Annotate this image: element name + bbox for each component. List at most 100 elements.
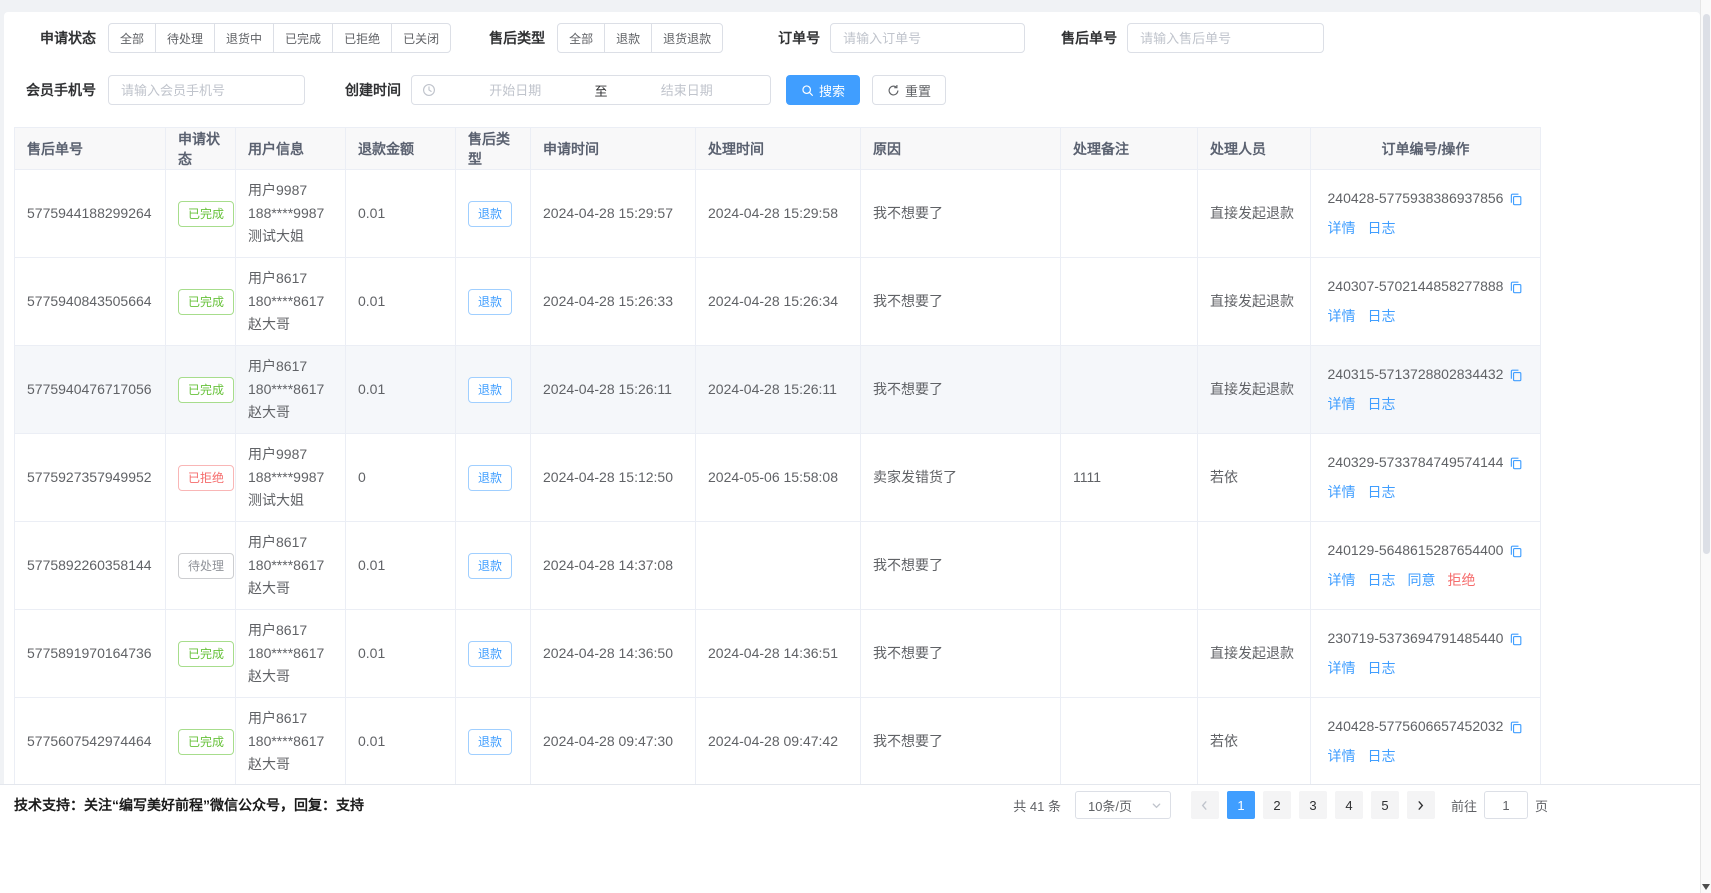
cell-remark [1061,346,1198,434]
action-approve-link[interactable]: 同意 [1408,572,1436,588]
type-badge: 退款 [468,465,512,491]
chevron-right-icon [1415,800,1426,811]
cell-status: 已完成 [166,610,236,698]
cell-status: 已拒绝 [166,434,236,522]
status-option-5[interactable]: 已关闭 [391,23,451,53]
start-date-input[interactable] [442,83,589,98]
cell-refund-amount: 0.01 [346,610,456,698]
status-option-3[interactable]: 已完成 [273,23,333,53]
action-log-link[interactable]: 日志 [1368,748,1396,764]
cell-remark [1061,698,1198,786]
order-no-input[interactable] [830,23,1025,53]
cell-remark [1061,522,1198,610]
action-log-link[interactable]: 日志 [1368,484,1396,500]
column-header-4: 售后类型 [456,128,531,170]
copy-icon[interactable] [1509,456,1523,470]
goto-page-input[interactable] [1484,791,1528,819]
cell-aftersale-no: 5775940476717056 [15,346,166,434]
status-badge: 已完成 [178,729,234,755]
action-log-link[interactable]: 日志 [1368,660,1396,676]
action-detail-link[interactable]: 详情 [1328,484,1356,500]
status-filter-label: 申请状态 [4,28,96,48]
search-icon [801,84,814,97]
action-detail-link[interactable]: 详情 [1328,660,1356,676]
copy-icon[interactable] [1509,192,1523,206]
action-log-link[interactable]: 日志 [1368,396,1396,412]
cell-reason: 卖家发错货了 [861,434,1061,522]
user-info: 用户9987188****9987测试大姐 [248,179,333,248]
cell-order: 230719-5373694791485440 详情日志 [1311,610,1541,698]
status-option-1[interactable]: 待处理 [155,23,215,53]
status-option-0[interactable]: 全部 [108,23,156,53]
action-log-link[interactable]: 日志 [1368,220,1396,236]
aftersale-no-input[interactable] [1127,23,1324,53]
copy-icon[interactable] [1509,632,1523,646]
copy-icon[interactable] [1509,544,1523,558]
action-log-link[interactable]: 日志 [1368,572,1396,588]
type-option-2[interactable]: 退货退款 [651,23,723,53]
cell-handler: 直接发起退款 [1198,610,1311,698]
action-detail-link[interactable]: 详情 [1328,748,1356,764]
copy-icon[interactable] [1509,280,1523,294]
filter-row-1: 申请状态 全部待处理退货中已完成已拒绝已关闭 售后类型 全部退款退货退款 订单号… [4,23,1700,53]
page-button-5[interactable]: 5 [1371,791,1399,819]
cell-order: 240315-5713728802834432 详情日志 [1311,346,1541,434]
create-time-range-picker[interactable]: 至 [411,75,771,105]
action-detail-link[interactable]: 详情 [1328,308,1356,324]
cell-refund-amount: 0.01 [346,698,456,786]
cell-remark [1061,170,1198,258]
chevron-left-icon [1199,800,1210,811]
cell-handle-time: 2024-05-06 15:58:08 [696,434,861,522]
status-option-4[interactable]: 已拒绝 [332,23,392,53]
action-detail-link[interactable]: 详情 [1328,572,1356,588]
date-range-separator: 至 [589,81,614,100]
column-header-5: 申请时间 [531,128,696,170]
scrollbar-down-arrow-icon[interactable] [1702,884,1710,890]
order-no-label: 订单号 [778,28,820,48]
cell-type: 退款 [456,346,531,434]
user-info: 用户8617180****8617赵大哥 [248,619,333,688]
cell-status: 已完成 [166,258,236,346]
scrollbar-thumb[interactable] [1703,14,1710,554]
column-header-9: 处理人员 [1198,128,1311,170]
copy-icon[interactable] [1509,368,1523,382]
member-phone-input[interactable] [108,75,305,105]
aftersale-no-label: 售后单号 [1061,28,1117,48]
page-button-2[interactable]: 2 [1263,791,1291,819]
goto-suffix: 页 [1535,796,1548,815]
cell-aftersale-no: 5775940843505664 [15,258,166,346]
action-detail-link[interactable]: 详情 [1328,220,1356,236]
status-option-2[interactable]: 退货中 [214,23,274,53]
type-option-1[interactable]: 退款 [604,23,652,53]
user-info: 用户8617180****8617赵大哥 [248,355,333,424]
page-button-1[interactable]: 1 [1227,791,1255,819]
reset-button[interactable]: 重置 [872,75,946,105]
next-page-button[interactable] [1407,791,1435,819]
clock-icon [422,83,436,97]
action-log-link[interactable]: 日志 [1368,308,1396,324]
search-button-label: 搜索 [819,81,845,100]
search-button[interactable]: 搜索 [786,75,860,105]
bottom-bar: 技术支持：关注“编写美好前程”微信公众号，回复：支持 共 41 条 10条/页 … [0,784,1700,893]
column-header-0: 售后单号 [15,128,166,170]
end-date-input[interactable] [614,83,761,98]
cell-refund-amount: 0.01 [346,346,456,434]
pagination: 共 41 条 10条/页 12345 [1013,791,1548,819]
cell-order: 240329-5733784749574144 详情日志 [1311,434,1541,522]
type-option-0[interactable]: 全部 [557,23,605,53]
cell-apply-time: 2024-04-28 14:36:50 [531,610,696,698]
page-button-3[interactable]: 3 [1299,791,1327,819]
action-reject-link[interactable]: 拒绝 [1448,572,1476,588]
vertical-scrollbar[interactable] [1700,0,1711,893]
cell-handler: 直接发起退款 [1198,346,1311,434]
user-info: 用户8617180****8617赵大哥 [248,531,333,600]
page-button-4[interactable]: 4 [1335,791,1363,819]
copy-icon[interactable] [1509,720,1523,734]
prev-page-button[interactable] [1191,791,1219,819]
pager: 12345 [1187,791,1439,819]
page-size-select[interactable]: 10条/页 [1075,791,1171,819]
order-number: 240329-5733784749574144 [1328,451,1504,474]
aftersale-table-wrap: 售后单号申请状态用户信息退款金额售后类型申请时间处理时间原因处理备注处理人员订单… [14,127,1690,874]
member-phone-label: 会员手机号 [4,80,96,100]
action-detail-link[interactable]: 详情 [1328,396,1356,412]
